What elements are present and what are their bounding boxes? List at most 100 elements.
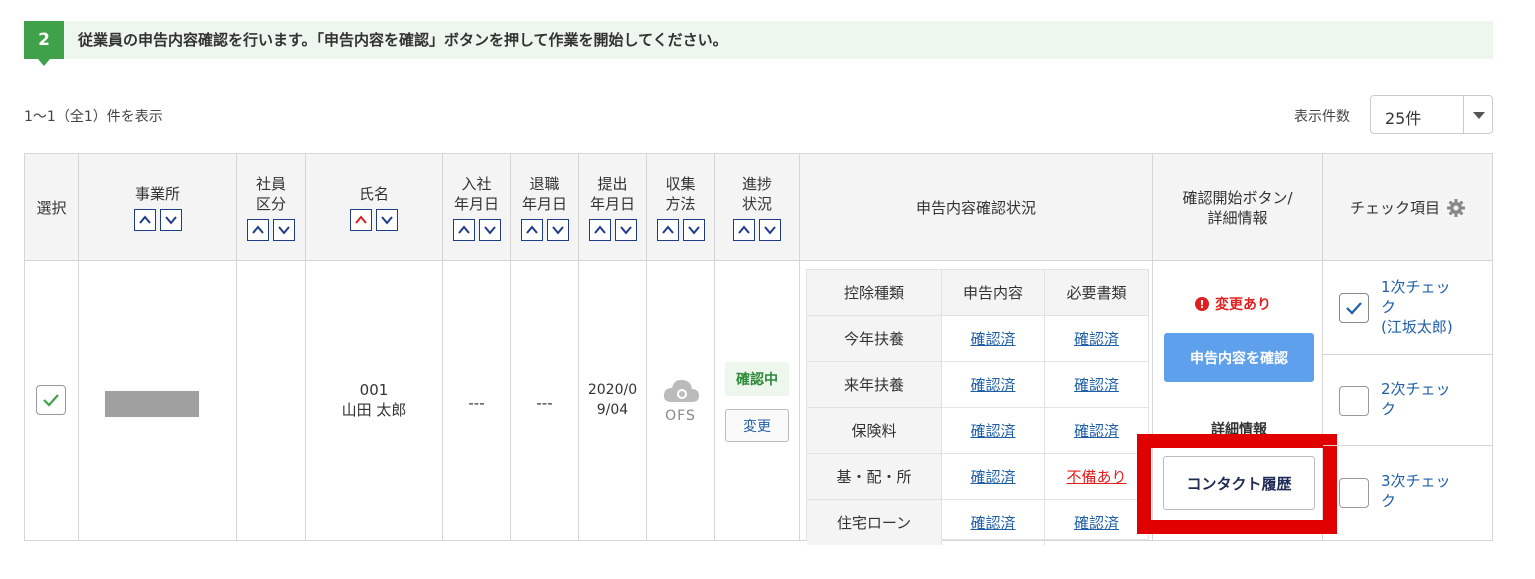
sort-desc-submit-button[interactable]: [614, 219, 637, 241]
col-status-label: 申告内容確認状況: [915, 198, 1036, 217]
result-count: 1〜1（全1）件を表示: [24, 109, 163, 125]
chevron-up-icon: [593, 225, 606, 234]
status-header-content: 申告内容: [942, 270, 1045, 315]
col-join-date: 入社 年月日: [443, 154, 510, 261]
office-redacted: [105, 391, 199, 417]
step-number: 2: [24, 21, 64, 66]
third-check-label-line2: ク: [1381, 492, 1397, 510]
sort-desc-employee-type-button[interactable]: [273, 219, 295, 241]
per-page-select[interactable]: 25件: [1370, 95, 1493, 134]
chevron-down-icon: [764, 226, 776, 235]
col-employee-type-label-2: 区分: [255, 195, 286, 213]
first-check-label[interactable]: 1次チェッ ク (江坂太郎): [1381, 277, 1453, 337]
sort-asc-join-button[interactable]: [452, 219, 475, 241]
first-check-label-line1: 1次チェッ: [1381, 278, 1451, 296]
col-select-label: 選択: [36, 198, 67, 217]
second-check-label[interactable]: 2次チェッ ク: [1381, 379, 1451, 419]
col-check-items-label: チェック項目: [1349, 198, 1440, 217]
chevron-up-icon: [138, 215, 151, 224]
col-confirm: 確認開始ボタン/ 詳細情報: [1153, 154, 1322, 261]
employee-number: 001: [359, 381, 389, 399]
per-page-value: 25件: [1385, 109, 1422, 128]
sort-asc-submit-button[interactable]: [588, 219, 611, 241]
deduction-kind: 来年扶養: [807, 362, 942, 407]
col-employee-type: 社員 区分: [237, 154, 305, 261]
content-status-link[interactable]: 確認済: [970, 466, 1015, 487]
col-employee-type-label-1: 社員: [255, 175, 286, 193]
status-header-docs: 必要書類: [1045, 270, 1148, 315]
docs-status-link[interactable]: 確認済: [1074, 420, 1119, 441]
col-leave-date: 退職 年月日: [511, 154, 578, 261]
select-divider: [1463, 96, 1464, 133]
confirm-declaration-button[interactable]: 申告内容を確認: [1164, 333, 1314, 382]
content-status-link[interactable]: 確認済: [970, 420, 1015, 441]
docs-status-link[interactable]: 確認済: [1074, 512, 1119, 533]
chevron-down-icon: [551, 226, 564, 235]
sort-desc-leave-button[interactable]: [546, 219, 569, 241]
col-progress-label-1: 進捗: [741, 175, 772, 193]
sort-asc-employee-type-button[interactable]: [247, 219, 269, 241]
changed-indicator: ! 変更あり: [1195, 294, 1271, 314]
submit-date-line2: 9/04: [596, 402, 629, 418]
sort-asc-collect-button[interactable]: [656, 219, 679, 241]
deduction-kind: 基・配・所: [807, 454, 942, 499]
sort-asc-leave-button[interactable]: [520, 219, 543, 241]
col-name-label: 氏名: [358, 185, 389, 203]
changed-label: 変更あり: [1215, 297, 1271, 313]
sort-desc-progress-button[interactable]: [759, 219, 781, 241]
first-check-checkbox[interactable]: [1339, 293, 1369, 323]
docs-status-link[interactable]: 確認済: [1074, 328, 1119, 349]
chevron-down-icon: [483, 226, 496, 235]
content-status-link[interactable]: 確認済: [970, 512, 1015, 533]
col-leave-label-1: 退職: [529, 175, 560, 193]
chevron-down-icon: [278, 226, 290, 235]
col-office-label: 事業所: [134, 185, 180, 203]
status-table: 控除種類 申告内容 必要書類 今年扶養 確認済 確認済 来年扶養 確認済 確認済…: [806, 269, 1149, 545]
sort-asc-name-button[interactable]: [350, 209, 372, 231]
col-join-label-1: 入社: [461, 175, 492, 193]
check-icon: [1346, 302, 1362, 315]
content-status-link[interactable]: 確認済: [970, 328, 1015, 349]
third-check-label[interactable]: 3次チェッ ク: [1381, 471, 1451, 511]
change-progress-button[interactable]: 変更: [725, 409, 789, 442]
col-progress-label-2: 状況: [741, 195, 772, 213]
chevron-up-icon: [661, 225, 674, 234]
sort-asc-progress-button[interactable]: [733, 219, 755, 241]
status-row: 今年扶養 確認済 確認済: [807, 316, 1148, 362]
chevron-down-icon: [619, 226, 632, 235]
per-page-label: 表示件数: [1294, 109, 1350, 125]
step-instruction: 従業員の申告内容確認を行います。「申告内容を確認」ボタンを押して作業を開始してく…: [78, 31, 728, 49]
sort-asc-office-button[interactable]: [133, 209, 156, 231]
third-check-checkbox[interactable]: [1339, 478, 1369, 508]
col-leave-label-2: 年月日: [521, 195, 567, 213]
chevron-up-icon: [252, 225, 264, 234]
row-select-checkbox[interactable]: [36, 385, 66, 415]
second-check-checkbox[interactable]: [1339, 386, 1369, 416]
third-check-label-line1: 3次チェッ: [1381, 472, 1451, 490]
collect-method-value: OFS: [665, 408, 696, 424]
chevron-up-icon: [457, 225, 470, 234]
sort-desc-name-button[interactable]: [376, 209, 398, 231]
sort-desc-office-button[interactable]: [159, 209, 182, 231]
alert-icon: !: [1195, 297, 1209, 311]
col-submit-label-2: 年月日: [589, 195, 635, 213]
employee-name-cell: 001 山田 太郎: [306, 380, 442, 420]
chevron-down-icon: [164, 216, 177, 225]
sort-desc-collect-button[interactable]: [682, 219, 705, 241]
status-table-header: 控除種類 申告内容 必要書類: [807, 270, 1148, 316]
col-check-items: チェック項目: [1323, 154, 1493, 261]
check-icon: [43, 394, 59, 407]
chevron-up-icon: [355, 215, 367, 224]
col-progress: 進捗 状況: [715, 154, 799, 261]
progress-status-badge: 確認中: [725, 362, 789, 396]
gear-icon[interactable]: [1446, 198, 1466, 218]
contact-history-button[interactable]: コンタクト履歴: [1163, 456, 1315, 510]
status-row: 来年扶養 確認済 確認済: [807, 362, 1148, 408]
docs-status-link[interactable]: 確認済: [1074, 374, 1119, 395]
status-row: 基・配・所 確認済 不備あり: [807, 454, 1148, 500]
content-status-link[interactable]: 確認済: [970, 374, 1015, 395]
col-status: 申告内容確認状況: [800, 154, 1152, 261]
col-collect-label-1: 収集: [665, 175, 696, 193]
sort-desc-join-button[interactable]: [478, 219, 501, 241]
docs-status-link[interactable]: 不備あり: [1066, 466, 1126, 487]
